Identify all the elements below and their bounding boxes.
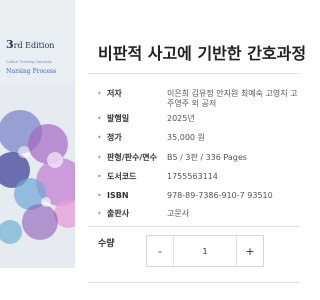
bullet-icon: •	[97, 172, 102, 181]
bullet-icon: •	[97, 191, 102, 200]
decrease-button[interactable]: -	[147, 236, 173, 266]
bullet-icon: •	[97, 209, 102, 218]
book-cover-image: 3rd Edition Critical Thinking Concepts N…	[0, 0, 75, 268]
bottom-divider	[88, 282, 300, 283]
title-divider	[88, 73, 300, 74]
bullet-icon: •	[97, 89, 102, 98]
bullet-icon: •	[97, 153, 102, 162]
cover-small-text: Critical Thinking Concepts	[6, 60, 52, 64]
cover-edition: 3rd Edition	[6, 38, 55, 51]
quantity-label: 수량	[98, 239, 115, 249]
quantity-stepper: - 1 +	[146, 235, 264, 267]
bullet-icon: •	[97, 114, 102, 123]
increase-button[interactable]: +	[237, 236, 263, 266]
product-title: 비판적 사고에 기반한 간호과정	[98, 44, 307, 63]
quantity-input[interactable]: 1	[173, 236, 237, 266]
bullet-icon: •	[97, 133, 102, 142]
cover-subtitle: Nursing Process	[6, 68, 57, 75]
cover-artwork	[0, 82, 75, 268]
details-divider	[88, 226, 300, 227]
